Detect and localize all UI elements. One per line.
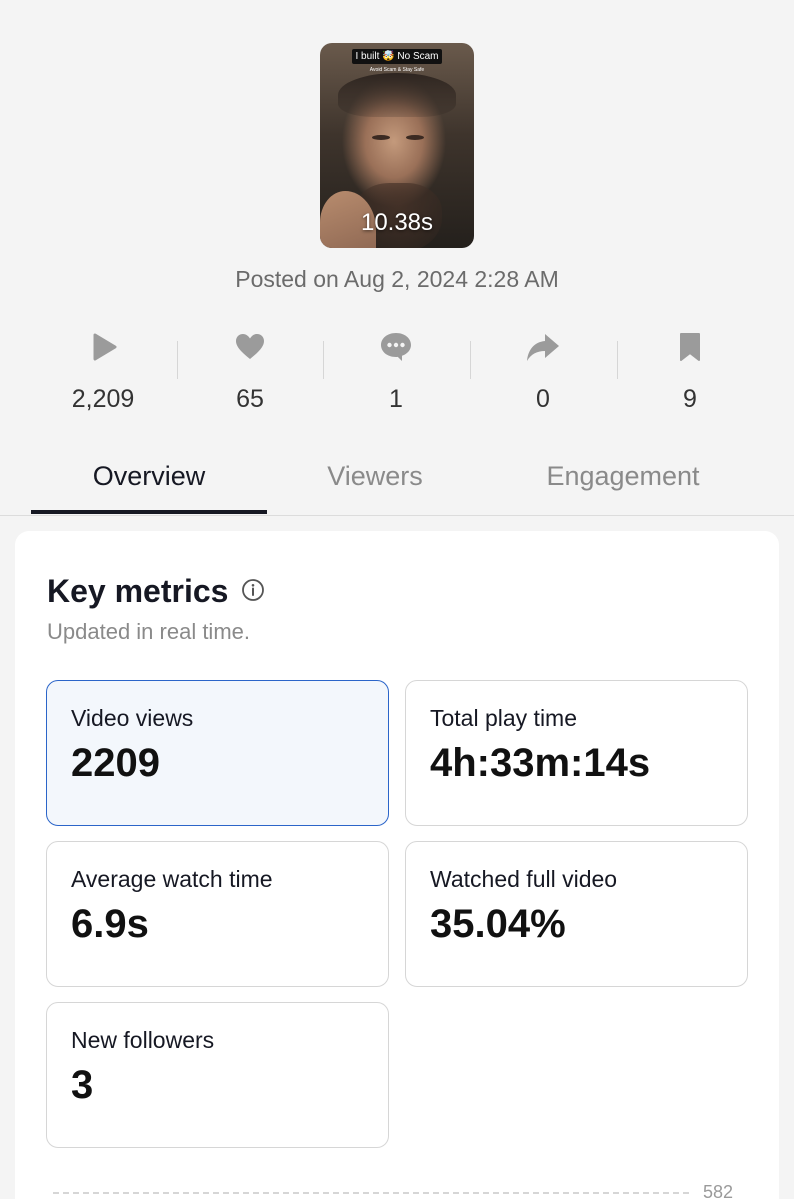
metric-label: Watched full video	[430, 866, 618, 892]
tab-overview[interactable]: Overview	[31, 444, 267, 514]
metric-value: 2209	[71, 741, 160, 785]
heart-icon	[236, 334, 264, 359]
metric-card-new-followers[interactable]: New followers 3	[46, 1002, 389, 1148]
chart-gridline	[53, 1192, 689, 1194]
tab-viewers[interactable]: Viewers	[267, 444, 483, 514]
key-metrics-card: Key metrics Updated in real time. Video …	[15, 531, 779, 1199]
metric-value: 4h:33m:14s	[430, 741, 651, 785]
thumbnail-eye	[406, 135, 424, 140]
bookmark-icon	[680, 333, 700, 361]
stat-comments-value: 1	[389, 385, 403, 413]
posted-date: Posted on Aug 2, 2024 2:28 AM	[235, 266, 559, 292]
thumbnail-eye	[372, 135, 390, 140]
video-subcaption: Avoid Scam & Stay Safe	[369, 67, 425, 73]
stat-likes: 65	[177, 325, 323, 415]
stat-saves-value: 9	[683, 385, 697, 413]
stat-shares: 0	[470, 325, 616, 415]
video-thumbnail[interactable]: I built 🤯 No Scam Avoid Scam & Stay Safe…	[320, 43, 474, 248]
video-caption: I built 🤯 No Scam	[352, 49, 442, 64]
metric-label: Video views	[71, 705, 194, 731]
share-icon	[527, 334, 559, 361]
metric-card-video-views[interactable]: Video views 2209	[46, 680, 389, 826]
comment-icon	[381, 333, 411, 361]
info-icon[interactable]	[241, 578, 265, 602]
video-duration: 10.38s	[360, 209, 434, 236]
metric-label: New followers	[71, 1027, 215, 1053]
key-metrics-title: Key metrics	[47, 573, 229, 609]
stat-views-value: 2,209	[71, 385, 135, 413]
chart-y-tick: 582	[703, 1182, 734, 1199]
stat-likes-value: 65	[236, 385, 264, 413]
metric-card-watched-full-video[interactable]: Watched full video 35.04%	[405, 841, 748, 987]
active-tab-indicator	[31, 510, 267, 514]
stat-views: 2,209	[30, 325, 176, 415]
stats-row: 2,209 65 1 0 9	[30, 325, 764, 415]
metric-label: Total play time	[430, 705, 578, 731]
stat-comments: 1	[323, 325, 469, 415]
stat-saves: 9	[617, 325, 763, 415]
metric-value: 6.9s	[71, 902, 149, 946]
metric-label: Average watch time	[71, 866, 273, 892]
stat-shares-value: 0	[536, 385, 550, 413]
metric-value: 35.04%	[430, 902, 566, 946]
play-icon	[93, 333, 117, 361]
thumbnail-hair	[338, 73, 456, 117]
metric-value: 3	[71, 1063, 94, 1107]
key-metrics-subtitle: Updated in real time.	[47, 619, 250, 644]
tab-engagement[interactable]: Engagement	[483, 444, 763, 514]
metric-card-total-play-time[interactable]: Total play time 4h:33m:14s	[405, 680, 748, 826]
analytics-tabs: Overview Viewers Engagement	[0, 444, 794, 516]
video-analytics-page: I built 🤯 No Scam Avoid Scam & Stay Safe…	[0, 0, 794, 1199]
metric-card-average-watch-time[interactable]: Average watch time 6.9s	[46, 841, 389, 987]
